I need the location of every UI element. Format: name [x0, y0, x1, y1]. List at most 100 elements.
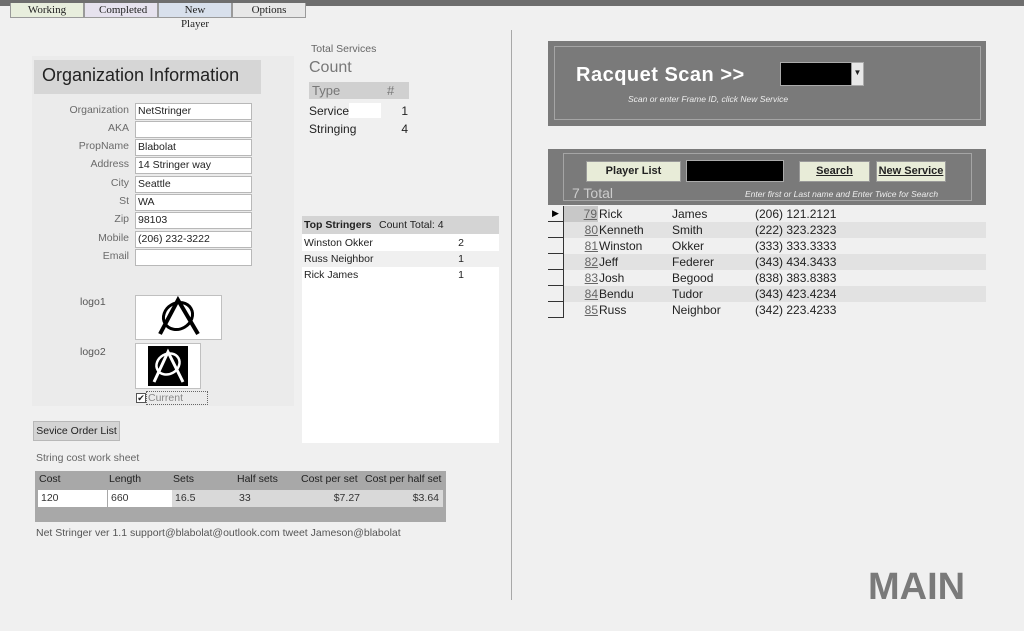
worksheet-cost-per-set-value: $7.27 [300, 490, 364, 507]
stringer-count: 2 [458, 237, 464, 249]
organization-field[interactable]: NetStringer [135, 103, 252, 120]
tab-options[interactable]: Options [232, 3, 306, 18]
row-selector[interactable] [548, 254, 564, 270]
state-field[interactable]: WA [135, 194, 252, 211]
stringer-row: Rick James 1 [302, 267, 499, 283]
player-id-link[interactable]: 84 [582, 286, 598, 302]
player-phone: (343) 434.3433 [755, 255, 837, 269]
stringer-count: 1 [458, 269, 464, 281]
player-row[interactable]: 80 Kenneth Smith (222) 323.2323 [564, 222, 986, 238]
player-search-input[interactable] [686, 160, 784, 182]
racquet-logo-dark-icon [148, 346, 188, 386]
email-label: Email [102, 250, 129, 262]
services-row-count: 1 [401, 104, 408, 118]
current-checkbox[interactable]: ✔ [136, 393, 146, 403]
player-last-name: Begood [672, 271, 714, 285]
tab-working[interactable]: Working [10, 3, 84, 18]
aka-field[interactable] [135, 121, 252, 138]
player-last-name: Okker [672, 239, 705, 253]
player-id-link[interactable]: 79 [564, 206, 598, 222]
top-stringers-title: Top Stringers [304, 219, 372, 231]
stringer-row: Russ Neighbor 1 [302, 251, 499, 267]
stringer-name: Winston Okker [304, 237, 373, 249]
player-first-name: Russ [599, 303, 627, 317]
current-row-arrow-icon: ▶ [552, 208, 559, 218]
player-row[interactable]: 83 Josh Begood (838) 383.8383 [564, 270, 986, 286]
player-phone: (343) 423.4234 [755, 287, 837, 301]
tab-new-player[interactable]: New Player [158, 3, 232, 30]
worksheet-header-sets: Sets [173, 473, 195, 485]
row-selector[interactable] [548, 270, 564, 286]
organization-label: Organization [69, 104, 129, 116]
chevron-down-icon[interactable]: ▼ [851, 63, 863, 85]
logo1-image[interactable] [135, 295, 222, 340]
row-selector[interactable] [548, 238, 564, 254]
address-field[interactable]: 14 Stringer way [135, 157, 252, 174]
logo2-image[interactable] [135, 343, 201, 389]
worksheet-cost-input[interactable]: 120 [38, 490, 107, 507]
player-total: 7 Total [572, 185, 613, 201]
zip-field[interactable]: 98103 [135, 212, 252, 229]
services-col-type: Type [312, 83, 341, 98]
address-label: Address [90, 158, 129, 170]
row-selector[interactable] [548, 222, 564, 238]
stringer-count: 1 [458, 253, 464, 265]
worksheet-title: String cost work sheet [36, 452, 140, 464]
logo2-label: logo2 [80, 346, 106, 358]
player-phone: (333) 333.3333 [755, 239, 837, 253]
worksheet-length-input[interactable]: 660 [108, 490, 172, 507]
top-stringers-panel: Top Stringers Count Total: 4 Winston Okk… [302, 216, 499, 443]
mobile-label: Mobile [98, 232, 129, 244]
row-selector[interactable] [548, 286, 564, 302]
worksheet-cost-per-half-set-value: $3.64 [364, 490, 443, 507]
player-row[interactable]: 84 Bendu Tudor (343) 423.4234 [564, 286, 986, 302]
mobile-field[interactable]: (206) 232-3222 [135, 231, 252, 248]
aka-label: AKA [107, 122, 129, 134]
player-first-name: Rick [599, 207, 623, 221]
player-first-name: Bendu [599, 287, 634, 301]
player-id-link[interactable]: 80 [582, 222, 598, 238]
propname-label: PropName [78, 140, 129, 152]
row-selector[interactable] [548, 302, 564, 318]
organization-title: Organization Information [34, 60, 261, 94]
services-col-count: # [387, 83, 395, 98]
player-last-name: Tudor [672, 287, 703, 301]
email-field[interactable] [135, 249, 252, 266]
top-stringers-count-total: Count Total: 4 [379, 219, 444, 231]
player-last-name: Smith [672, 223, 703, 237]
worksheet-header-cost-per-half-set: Cost per half set [365, 473, 442, 485]
tab-completed[interactable]: Completed [84, 3, 158, 18]
player-first-name: Josh [599, 271, 625, 285]
player-row[interactable]: 79 Rick James (206) 121.2121 [564, 206, 986, 222]
zip-label: Zip [114, 213, 129, 225]
new-service-button[interactable]: New Service [876, 161, 946, 182]
player-id-link[interactable]: 85 [582, 302, 598, 318]
service-order-list-button[interactable]: Sevice Order List [33, 421, 120, 441]
worksheet-table: Cost Length Sets Half sets Cost per set … [35, 471, 446, 522]
vertical-divider [511, 30, 512, 600]
player-list-button[interactable]: Player List [586, 161, 681, 182]
propname-field[interactable]: Blabolat [135, 139, 252, 156]
player-row[interactable]: 85 Russ Neighbor (342) 223.4233 [564, 302, 986, 318]
city-label: City [110, 177, 129, 189]
racquet-scan-hint: Scan or enter Frame ID, click New Servic… [628, 94, 789, 104]
city-field[interactable]: Seattle [135, 176, 252, 193]
top-stringers-header: Top Stringers Count Total: 4 [302, 216, 499, 234]
stringer-row: Winston Okker 2 [302, 235, 499, 251]
player-id-link[interactable]: 83 [582, 270, 598, 286]
worksheet-header-length: Length [109, 473, 142, 485]
player-row[interactable]: 82 Jeff Federer (343) 434.3433 [564, 254, 986, 270]
total-services-label: Total Services [311, 43, 377, 55]
player-id-link[interactable]: 82 [582, 254, 598, 270]
services-row-count: 4 [401, 122, 408, 136]
player-phone: (342) 223.4233 [755, 303, 837, 317]
worksheet-half-sets-value: 33 [236, 490, 300, 507]
player-row[interactable]: 81 Winston Okker (333) 333.3333 [564, 238, 986, 254]
state-label: St [119, 195, 129, 207]
worksheet-header-half-sets: Half sets [237, 473, 278, 485]
player-id-link[interactable]: 81 [582, 238, 598, 254]
stringer-name: Rick James [304, 269, 359, 281]
search-button[interactable]: Search [799, 161, 870, 182]
tab-strip: Working Completed New Player Options [10, 3, 306, 30]
count-label: Count [309, 59, 352, 76]
